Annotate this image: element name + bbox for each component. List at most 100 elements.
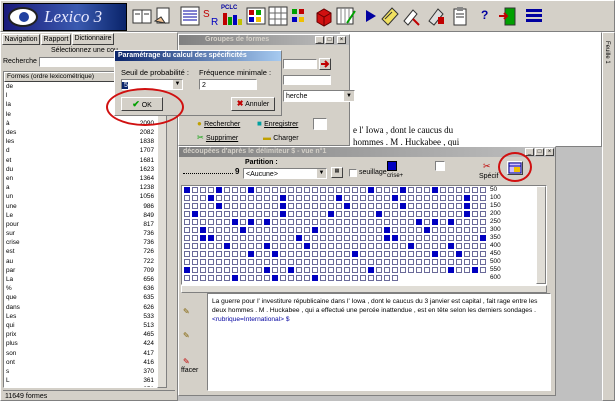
segment-cell[interactable]	[192, 267, 198, 273]
segment-cell[interactable]	[360, 203, 366, 209]
segment-cell[interactable]	[368, 235, 374, 241]
segment-cell[interactable]	[352, 267, 358, 273]
segment-cell[interactable]	[344, 235, 350, 241]
segment-cell[interactable]	[192, 235, 198, 241]
segment-cell[interactable]	[200, 211, 206, 217]
segment-cell[interactable]	[208, 211, 214, 217]
segment-cell[interactable]	[312, 219, 318, 225]
segment-cell[interactable]	[264, 267, 270, 273]
segment-cell[interactable]	[240, 195, 246, 201]
segment-cell[interactable]	[376, 203, 382, 209]
segment-cell[interactable]	[464, 243, 470, 249]
segment-cell[interactable]	[256, 227, 262, 233]
table-row[interactable]: une 986	[4, 201, 156, 210]
segment-cell[interactable]	[424, 227, 430, 233]
segment-cell[interactable]	[200, 219, 206, 225]
segment-cell[interactable]	[304, 195, 310, 201]
segment-cell[interactable]	[184, 267, 190, 273]
segment-cell[interactable]	[232, 259, 238, 265]
segment-cell[interactable]	[192, 227, 198, 233]
open-book-icon[interactable]	[131, 5, 153, 27]
segment-cell[interactable]	[352, 259, 358, 265]
calculator-icon[interactable]	[425, 5, 447, 27]
segment-cell[interactable]	[224, 251, 230, 257]
segment-cell[interactable]	[424, 195, 430, 201]
maximize-button[interactable]: □	[325, 36, 334, 44]
segment-cell[interactable]	[408, 211, 414, 217]
segment-cell[interactable]	[432, 267, 438, 273]
segment-cell[interactable]	[240, 235, 246, 241]
segment-cell[interactable]	[464, 187, 470, 193]
segment-cell[interactable]	[376, 259, 382, 265]
segment-cell[interactable]	[424, 251, 430, 257]
segment-cell[interactable]	[240, 275, 246, 281]
segment-cell[interactable]	[272, 211, 278, 217]
segment-cell[interactable]	[320, 275, 326, 281]
segment-cell[interactable]	[344, 251, 350, 257]
segment-cell[interactable]	[344, 211, 350, 217]
segment-cell[interactable]	[280, 211, 286, 217]
segment-cell[interactable]	[208, 275, 214, 281]
segment-cell[interactable]	[264, 227, 270, 233]
search-mode-select[interactable]: herche ▼	[283, 90, 355, 102]
segment-cell[interactable]	[456, 219, 462, 225]
segment-cell[interactable]	[432, 187, 438, 193]
table-row[interactable]: du 1623	[4, 165, 156, 174]
segment-cell[interactable]	[208, 243, 214, 249]
segment-cell[interactable]	[360, 227, 366, 233]
segment-cell[interactable]	[368, 187, 374, 193]
segment-cell[interactable]	[384, 275, 390, 281]
segment-cell[interactable]	[368, 243, 374, 249]
segment-cell[interactable]	[440, 251, 446, 257]
segment-cell[interactable]	[448, 195, 454, 201]
table-row[interactable]: ont 416	[4, 358, 156, 367]
table-row[interactable]: L 361	[4, 376, 156, 385]
segment-cell[interactable]	[472, 235, 478, 241]
segment-cell[interactable]	[456, 267, 462, 273]
segment-cell[interactable]	[304, 275, 310, 281]
segment-cell[interactable]	[264, 243, 270, 249]
segment-cell[interactable]	[368, 219, 374, 225]
segment-cell[interactable]	[208, 187, 214, 193]
segment-cell[interactable]	[288, 203, 294, 209]
segment-cell[interactable]	[336, 211, 342, 217]
segment-cell[interactable]	[344, 219, 350, 225]
segment-cell[interactable]	[336, 251, 342, 257]
segment-cell[interactable]	[400, 227, 406, 233]
segment-cell[interactable]	[328, 243, 334, 249]
segment-cell[interactable]	[248, 227, 254, 233]
segment-cell[interactable]	[240, 227, 246, 233]
table-row[interactable]: d 1707	[4, 146, 156, 155]
segment-cell[interactable]	[432, 219, 438, 225]
segment-cell[interactable]	[184, 219, 190, 225]
segment-cell[interactable]	[192, 259, 198, 265]
seuillage-checkbox[interactable]	[349, 169, 357, 177]
segment-cell[interactable]	[344, 203, 350, 209]
groups-input[interactable]	[283, 59, 317, 69]
table-row[interactable]: qui 513	[4, 321, 156, 330]
search-input[interactable]	[39, 57, 117, 67]
segment-cell[interactable]	[272, 219, 278, 225]
segment-cell[interactable]	[272, 243, 278, 249]
segment-cell[interactable]	[440, 203, 446, 209]
segment-cell[interactable]	[280, 195, 286, 201]
segment-cell[interactable]	[384, 187, 390, 193]
segment-cell[interactable]	[440, 235, 446, 241]
segment-cell[interactable]	[416, 251, 422, 257]
segment-cell[interactable]	[408, 243, 414, 249]
segment-cell[interactable]	[216, 195, 222, 201]
segment-cell[interactable]	[472, 219, 478, 225]
segment-cell[interactable]	[376, 227, 382, 233]
segment-cell[interactable]	[280, 203, 286, 209]
segment-cell[interactable]	[264, 219, 270, 225]
segment-cell[interactable]	[392, 195, 398, 201]
segment-cell[interactable]	[328, 235, 334, 241]
segment-cell[interactable]	[440, 219, 446, 225]
segment-cell[interactable]	[296, 267, 302, 273]
segment-cell[interactable]	[304, 187, 310, 193]
segment-cell[interactable]	[256, 195, 262, 201]
segment-cell[interactable]	[200, 203, 206, 209]
segment-cell[interactable]	[392, 203, 398, 209]
segment-cell[interactable]	[400, 219, 406, 225]
segment-cell[interactable]	[424, 187, 430, 193]
